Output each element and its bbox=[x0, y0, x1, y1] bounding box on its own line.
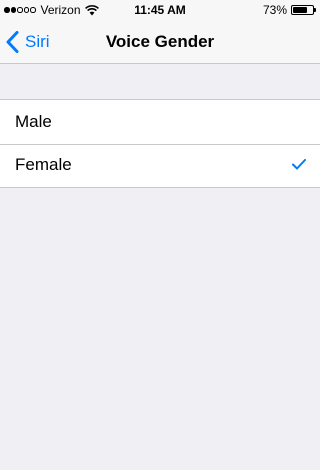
voice-gender-options: Male Female bbox=[0, 99, 320, 188]
option-label: Male bbox=[15, 111, 52, 131]
battery-icon bbox=[291, 5, 316, 15]
nav-bar: Voice Gender Siri bbox=[0, 20, 320, 64]
back-button-label: Siri bbox=[25, 32, 50, 51]
option-female[interactable]: Female bbox=[0, 143, 320, 188]
option-label: Female bbox=[15, 155, 72, 175]
status-right: 73% bbox=[262, 3, 316, 17]
chevron-left-icon bbox=[6, 31, 19, 53]
checkmark-icon bbox=[292, 158, 306, 169]
battery-nub bbox=[314, 8, 316, 12]
back-button[interactable]: Siri bbox=[6, 20, 50, 64]
battery-fill bbox=[293, 7, 307, 13]
status-bar: Verizon 11:45 AM 73% bbox=[0, 0, 320, 20]
option-male[interactable]: Male bbox=[0, 100, 320, 144]
battery-percent: 73% bbox=[262, 3, 287, 17]
top-bar: Verizon 11:45 AM 73% Voice Gender Siri bbox=[0, 0, 320, 64]
